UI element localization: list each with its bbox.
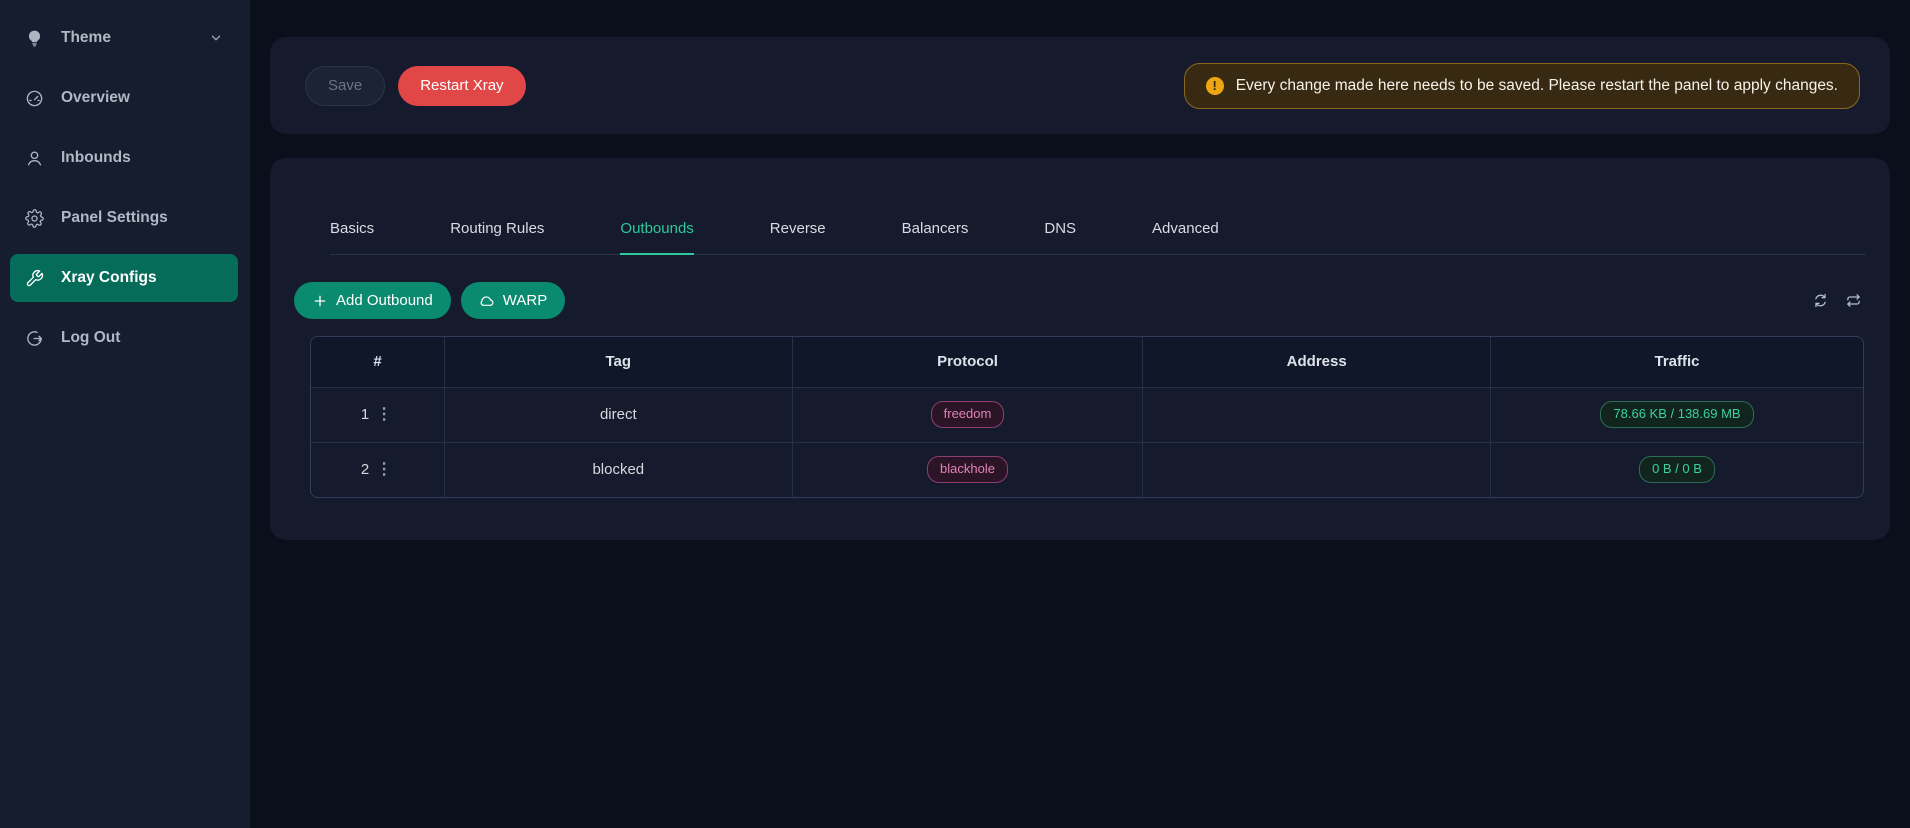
column-header-num: # — [311, 337, 444, 387]
tab-dns[interactable]: DNS — [1044, 220, 1076, 254]
xray-configs-card: Basics Routing Rules Outbounds Reverse B… — [270, 158, 1890, 540]
row-menu-icon[interactable]: ⋮ — [374, 460, 394, 480]
row-number: 1 — [361, 406, 369, 423]
sidebar-item-log-out[interactable]: Log Out — [10, 314, 238, 362]
sidebar-item-label: Inbounds — [61, 149, 131, 167]
wrench-icon — [25, 269, 44, 288]
outbounds-table: # Tag Protocol Address Traffic 1 ⋮ — [310, 336, 1864, 498]
add-outbound-label: Add Outbound — [336, 292, 433, 309]
sidebar-item-inbounds[interactable]: Inbounds — [10, 134, 238, 182]
table-tools — [1812, 292, 1866, 309]
sidebar-item-theme[interactable]: Theme — [10, 14, 238, 62]
dashboard-icon — [25, 89, 44, 108]
table-row: 2 ⋮ blocked blackhole 0 B / 0 B — [311, 442, 1863, 497]
column-header-tag: Tag — [444, 337, 792, 387]
logout-icon — [25, 329, 44, 348]
add-outbound-button[interactable]: Add Outbound — [294, 282, 451, 319]
tag-cell: blocked — [444, 442, 792, 497]
sidebar-item-label: Panel Settings — [61, 209, 168, 227]
tab-reverse[interactable]: Reverse — [770, 220, 826, 254]
address-cell — [1143, 442, 1491, 497]
address-cell — [1143, 387, 1491, 442]
user-icon — [25, 149, 44, 168]
warp-label: WARP — [503, 292, 547, 309]
alert-message: Every change made here needs to be saved… — [1236, 77, 1838, 95]
column-header-address: Address — [1143, 337, 1491, 387]
traffic-badge: 0 B / 0 B — [1639, 456, 1715, 483]
sidebar: Theme Overview Inbounds — [0, 0, 250, 828]
column-header-protocol: Protocol — [792, 337, 1143, 387]
warp-button[interactable]: WARP — [461, 282, 565, 319]
row-menu-icon[interactable]: ⋮ — [374, 405, 394, 425]
tab-outbounds[interactable]: Outbounds — [620, 220, 693, 255]
save-button[interactable]: Save — [305, 66, 385, 106]
traffic-badge: 78.66 KB / 138.69 MB — [1600, 401, 1753, 428]
tab-basics[interactable]: Basics — [330, 220, 374, 254]
gear-icon — [25, 209, 44, 228]
row-number: 2 — [361, 461, 369, 478]
exclamation-circle-icon: ! — [1206, 77, 1224, 95]
sidebar-item-label: Xray Configs — [61, 269, 157, 287]
sidebar-item-label: Theme — [61, 29, 111, 47]
sidebar-item-xray-configs[interactable]: Xray Configs — [10, 254, 238, 302]
tab-bar: Basics Routing Rules Outbounds Reverse B… — [330, 158, 1866, 255]
table-header-row: # Tag Protocol Address Traffic — [311, 337, 1863, 387]
sidebar-item-label: Log Out — [61, 329, 120, 347]
sidebar-item-panel-settings[interactable]: Panel Settings — [10, 194, 238, 242]
outbound-actions: Add Outbound WARP — [294, 282, 1866, 319]
protocol-badge: blackhole — [927, 456, 1008, 483]
main-content: Save Restart Xray ! Every change made he… — [250, 0, 1910, 828]
unsaved-changes-alert: ! Every change made here needs to be sav… — [1184, 63, 1860, 109]
cloud-icon — [479, 293, 495, 309]
tab-advanced[interactable]: Advanced — [1152, 220, 1219, 254]
column-header-traffic: Traffic — [1491, 337, 1864, 387]
chevron-down-icon — [209, 31, 223, 45]
refresh-icon[interactable] — [1812, 292, 1829, 309]
toolbar-card: Save Restart Xray ! Every change made he… — [270, 37, 1890, 134]
protocol-badge: freedom — [931, 401, 1005, 428]
restart-xray-button[interactable]: Restart Xray — [398, 66, 525, 106]
repeat-icon[interactable] — [1845, 292, 1862, 309]
tab-routing-rules[interactable]: Routing Rules — [450, 220, 544, 254]
sidebar-item-label: Overview — [61, 89, 130, 107]
table-row: 1 ⋮ direct freedom 78.66 KB / 138.69 MB — [311, 387, 1863, 442]
toolbar-buttons: Save Restart Xray — [305, 66, 526, 106]
tab-balancers[interactable]: Balancers — [902, 220, 969, 254]
sidebar-item-overview[interactable]: Overview — [10, 74, 238, 122]
plus-icon — [312, 293, 328, 309]
tag-cell: direct — [444, 387, 792, 442]
bulb-icon — [25, 29, 44, 48]
